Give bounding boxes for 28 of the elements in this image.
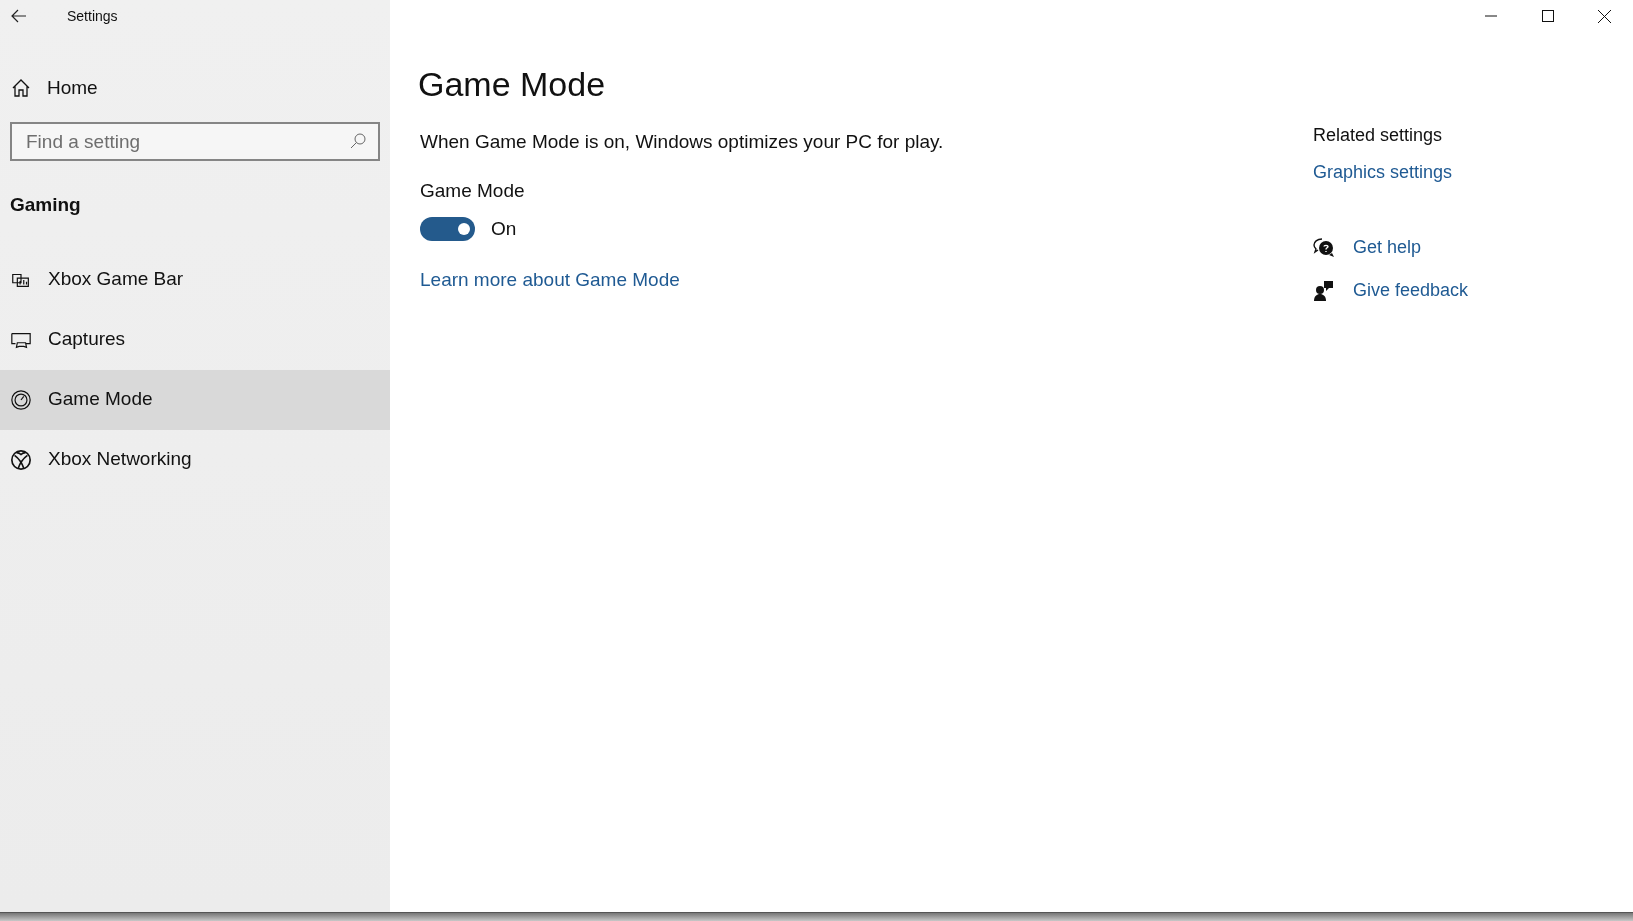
chat-question-icon xyxy=(1313,237,1335,258)
home-nav-item[interactable]: Home xyxy=(0,70,390,106)
xbox-logo-icon xyxy=(10,448,32,471)
house-icon xyxy=(11,78,31,98)
description-text: When Game Mode is on, Windows optimizes your PC for play. xyxy=(420,130,944,154)
person-speech-icon xyxy=(1314,279,1334,302)
nav-item[interactable]: Xbox Networking xyxy=(0,429,390,490)
toggle-state-text: On xyxy=(491,217,517,241)
minimize-icon xyxy=(1484,15,1497,17)
learn-more-link[interactable]: Learn more about Game Mode xyxy=(420,265,680,294)
back-arrow-icon xyxy=(11,9,27,23)
section-heading: Gaming xyxy=(10,193,82,217)
gauge-icon xyxy=(10,388,32,411)
close-icon xyxy=(1598,9,1611,23)
nav-item[interactable]: Game Mode xyxy=(0,369,390,430)
nav-item[interactable]: Xbox Game Bar xyxy=(0,249,390,310)
maximize-icon xyxy=(1541,10,1554,22)
nav-item[interactable]: Captures xyxy=(0,309,390,370)
support-link[interactable]: Give feedback xyxy=(1353,277,1469,304)
search-field[interactable]: Find a setting xyxy=(10,122,380,161)
search-icon xyxy=(350,133,366,149)
window-title: Settings xyxy=(67,6,118,26)
related-heading: Related settings xyxy=(1313,124,1443,147)
toggle-switch[interactable] xyxy=(420,217,475,242)
related-link[interactable]: Graphics settings xyxy=(1313,159,1453,186)
page-title: Game Mode xyxy=(418,64,606,105)
toggle-label: Game Mode xyxy=(420,178,525,203)
support-link[interactable]: Get help xyxy=(1353,234,1422,261)
